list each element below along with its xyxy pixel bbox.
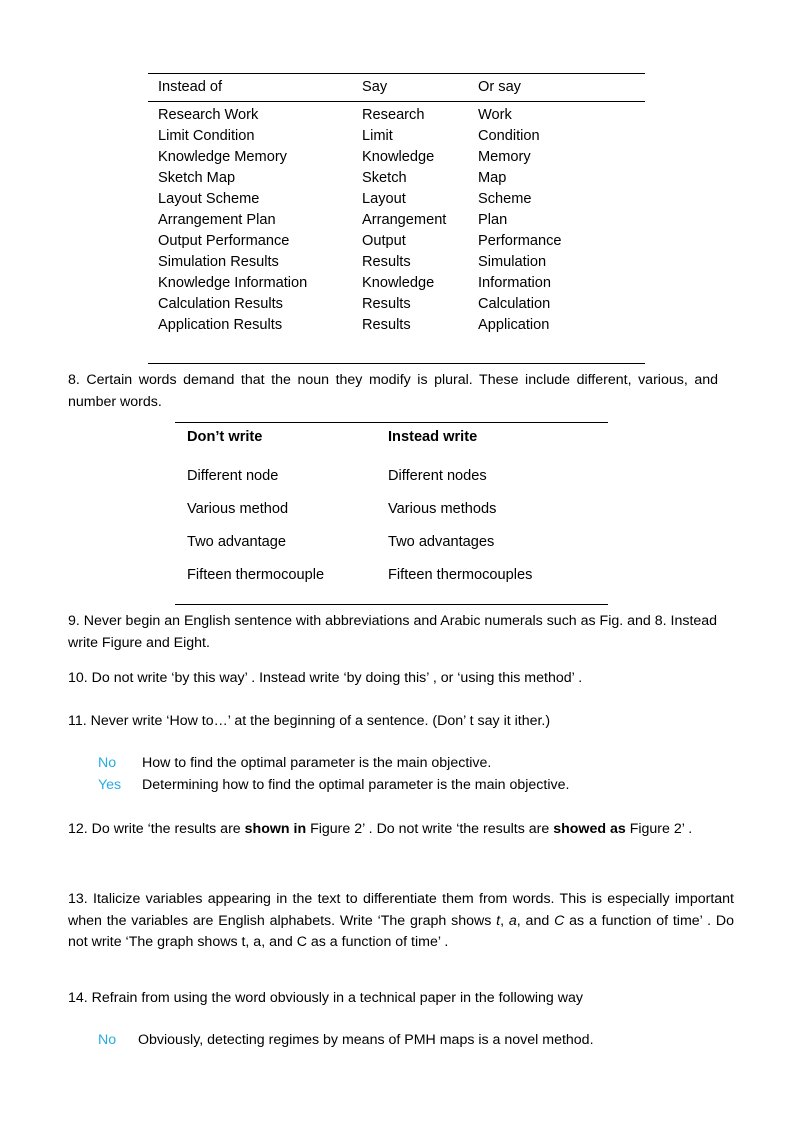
item13-part3: , and: [516, 912, 555, 929]
cell-instead-of: Output Performance: [158, 233, 290, 249]
cell-instead-of: Sketch Map: [158, 170, 236, 186]
item12-part1: 12. Do write ‘the results are: [68, 821, 245, 837]
item12-bold-shown-in: shown in: [244, 821, 307, 837]
table-row: Arrangement Plan Arrangement Plan: [148, 210, 645, 231]
cell-instead-of: Knowledge Memory: [158, 149, 287, 165]
cell-instead-write: Two advantages: [388, 534, 495, 550]
table-row: Output Performance Output Performance: [148, 231, 645, 252]
example-text-no: Obviously, detecting regimes by means of…: [138, 1032, 594, 1048]
cell-instead-of: Layout Scheme: [158, 191, 260, 207]
item13-part2: ,: [500, 912, 509, 929]
table-bottom-rule: [175, 604, 608, 605]
plurals-table: Don’t write Instead write Different node…: [175, 422, 608, 605]
column-header-dont-write: Don’t write: [187, 429, 263, 445]
table-row: Two advantage Two advantages: [175, 520, 608, 553]
cell-or-say: Application: [478, 317, 550, 333]
cell-say: Research: [362, 107, 425, 123]
table-row: Research Work Research Work: [148, 105, 645, 126]
example-tag-yes: Yes: [98, 776, 122, 793]
cell-or-say: Calculation: [478, 296, 551, 312]
cell-instead-of: Calculation Results: [158, 296, 283, 312]
paragraph-item-14: 14. Refrain from using the word obviousl…: [68, 990, 583, 1006]
cell-say: Limit: [362, 128, 393, 144]
example-text-no: How to find the optimal parameter is the…: [142, 755, 492, 771]
paragraph-item-9: 9. Never begin an English sentence with …: [68, 613, 718, 651]
example-tag-no: No: [98, 1032, 117, 1048]
cell-say: Output: [362, 233, 406, 249]
table-body: Different node Different nodes Various m…: [175, 454, 608, 586]
cell-dont-write: Different node: [187, 468, 279, 484]
table-header-row: Don’t write Instead write: [175, 423, 608, 454]
cell-instead-write: Fifteen thermocouples: [388, 567, 533, 583]
cell-say: Sketch: [362, 170, 407, 186]
paragraph-item-11: 11. Never write ‘How to…’ at the beginni…: [68, 713, 551, 729]
cell-say: Knowledge: [362, 149, 435, 165]
example-block-item-14: No Obviously, detecting regimes by means…: [98, 1030, 594, 1052]
table-row: Knowledge Information Knowledge Informat…: [148, 273, 645, 294]
column-header-say: Say: [362, 79, 388, 95]
cell-instead-of: Arrangement Plan: [158, 212, 276, 228]
table-header-row: Instead of Say Or say: [148, 74, 645, 101]
document-page: Instead of Say Or say Research Work Rese…: [0, 0, 793, 1123]
table-row: Fifteen thermocouple Fifteen thermocoupl…: [175, 553, 608, 586]
table-row: Calculation Results Results Calculation: [148, 294, 645, 315]
table-row: Knowledge Memory Knowledge Memory: [148, 147, 645, 168]
cell-or-say: Memory: [478, 149, 531, 165]
cell-say: Arrangement: [362, 212, 447, 228]
cell-say: Knowledge: [362, 275, 435, 291]
item13-italic-a: a: [508, 912, 517, 929]
cell-dont-write: Two advantage: [187, 534, 286, 550]
cell-instead-of: Application Results: [158, 317, 283, 333]
table-row: Different node Different nodes: [175, 454, 608, 487]
item12-part2: Figure 2’ . Do not write ‘the results ar…: [306, 821, 554, 837]
table-body: Research Work Research Work Limit Condit…: [148, 102, 645, 336]
example-line-no: No Obviously, detecting regimes by means…: [98, 1030, 594, 1052]
cell-or-say: Simulation: [478, 254, 547, 270]
cell-or-say: Work: [478, 107, 512, 123]
example-tag-no: No: [98, 755, 117, 771]
cell-say: Results: [362, 296, 411, 312]
item12-part3: Figure 2’ .: [625, 821, 693, 837]
example-text-yes: Determining how to find the optimal para…: [142, 776, 570, 793]
table-row: Various method Various methods: [175, 487, 608, 520]
cell-instead-of: Limit Condition: [158, 128, 255, 144]
cell-say: Results: [362, 317, 411, 333]
cell-instead-of: Research Work: [158, 107, 259, 123]
item13-italic-c: C: [554, 912, 565, 929]
cell-instead-write: Various methods: [388, 501, 497, 517]
table-row: Application Results Results Application: [148, 315, 645, 336]
synonyms-table: Instead of Say Or say Research Work Rese…: [148, 73, 645, 364]
column-header-or-say: Or say: [478, 79, 521, 95]
example-line-yes: Yes Determining how to find the optimal …: [98, 775, 569, 797]
cell-or-say: Plan: [478, 212, 508, 228]
cell-or-say: Performance: [478, 233, 562, 249]
column-header-instead-of: Instead of: [158, 79, 223, 95]
paragraph-item-12: 12. Do write ‘the results are shown in F…: [68, 819, 734, 841]
table-bottom-rule: [148, 363, 645, 364]
cell-instead-write: Different nodes: [388, 468, 487, 484]
example-block-item-11: No How to find the optimal parameter is …: [98, 753, 569, 796]
cell-say: Layout: [362, 191, 406, 207]
paragraph-item-10: 10. Do not write ‘by this way’ . Instead…: [68, 670, 583, 686]
cell-or-say: Information: [478, 275, 552, 291]
cell-instead-of: Simulation Results: [158, 254, 279, 270]
cell-or-say: Scheme: [478, 191, 532, 207]
column-header-instead-write: Instead write: [388, 429, 478, 445]
table-row: Limit Condition Limit Condition: [148, 126, 645, 147]
cell-or-say: Condition: [478, 128, 540, 144]
cell-instead-of: Knowledge Information: [158, 275, 308, 291]
item12-bold-showed-as: showed as: [553, 821, 626, 837]
example-line-no: No How to find the optimal parameter is …: [98, 753, 569, 775]
table-row: Sketch Map Sketch Map: [148, 168, 645, 189]
table-row: Simulation Results Results Simulation: [148, 252, 645, 273]
paragraph-item-13: 13. Italicize variables appearing in the…: [68, 889, 734, 954]
cell-or-say: Map: [478, 170, 507, 186]
cell-dont-write: Various method: [187, 501, 289, 517]
table-row: Layout Scheme Layout Scheme: [148, 189, 645, 210]
cell-dont-write: Fifteen thermocouple: [187, 567, 325, 583]
paragraph-item-8: 8. Certain words demand that the noun th…: [68, 372, 718, 410]
cell-say: Results: [362, 254, 411, 270]
